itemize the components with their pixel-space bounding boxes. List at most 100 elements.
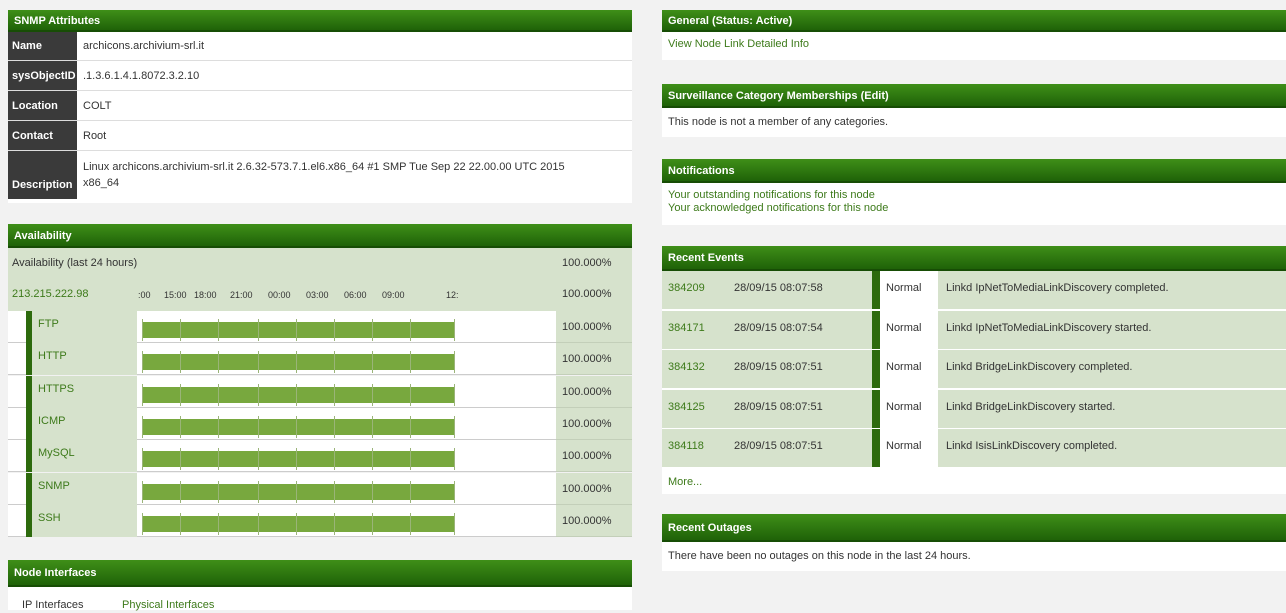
- service-name-link[interactable]: HTTP: [32, 343, 137, 376]
- timeline-tick: [218, 351, 219, 374]
- timeline-tick: [142, 480, 143, 503]
- event-message: Linkd BridgeLinkDiscovery started.: [938, 389, 1286, 428]
- timeline-tick: [180, 512, 181, 535]
- events-more-link[interactable]: More...: [668, 476, 702, 488]
- tick-label: 18:00: [194, 290, 217, 300]
- timeline-tick: [410, 351, 411, 374]
- event-time: 28/09/15 08:07:51: [734, 361, 823, 374]
- timeline-tick: [142, 415, 143, 438]
- timeline-tick: [334, 351, 335, 374]
- event-id-link[interactable]: 384125: [668, 390, 705, 424]
- event-message: Linkd IpNetToMediaLinkDiscovery complete…: [938, 271, 1286, 309]
- timeline-tick: [218, 383, 219, 406]
- service-name-link[interactable]: SSH: [32, 504, 137, 537]
- event-severity: Normal: [880, 271, 938, 309]
- timeline-tick: [142, 319, 143, 341]
- view-node-link-detailed-info[interactable]: View Node Link Detailed Info: [662, 32, 1286, 56]
- tick-label: 21:00: [230, 290, 253, 300]
- notifications-panel: Notifications Your outstanding notificat…: [662, 159, 1286, 225]
- tick-label: 06:00: [344, 290, 367, 300]
- event-id-link[interactable]: 384171: [668, 311, 705, 345]
- service-row: SNMP 100.000%: [8, 472, 632, 505]
- service-availability-bar: [142, 319, 455, 341]
- timeline-tick: [258, 415, 259, 438]
- severity-indicator: [872, 389, 880, 428]
- service-name-link[interactable]: ICMP: [32, 407, 137, 440]
- timeline-tick: [454, 383, 455, 406]
- timeline-tick: [142, 383, 143, 406]
- event-message: Linkd BridgeLinkDiscovery completed.: [938, 350, 1286, 389]
- event-time: 28/09/15 08:07:51: [734, 440, 823, 453]
- timeline-tick: [372, 480, 373, 503]
- snmp-key: sysObjectID: [8, 61, 77, 90]
- ip-address-link[interactable]: 213.215.222.98: [12, 278, 88, 311]
- event-id-link[interactable]: 384132: [668, 350, 705, 384]
- snmp-row-location: Location COLT: [8, 91, 632, 121]
- general-header: General (Status: Active): [662, 10, 1286, 32]
- general-panel: General (Status: Active) View Node Link …: [662, 10, 1286, 60]
- snmp-row-contact: Contact Root: [8, 121, 632, 151]
- timeline-tick: [218, 319, 219, 341]
- event-severity: Normal: [880, 389, 938, 428]
- timeline-tick: [410, 415, 411, 438]
- service-name-link[interactable]: FTP: [32, 311, 137, 343]
- event-severity: Normal: [880, 310, 938, 349]
- timeline-tick: [180, 480, 181, 503]
- service-availability-bar: [142, 512, 455, 535]
- service-availability-pct: 100.000%: [556, 407, 632, 440]
- surveillance-header[interactable]: Surveillance Category Memberships (Edit): [662, 84, 1286, 108]
- timeline-tick: [296, 319, 297, 341]
- tick-label: 03:00: [306, 290, 329, 300]
- service-availability-bar: [142, 351, 455, 374]
- snmp-attributes-panel: SNMP Attributes Name archicons.archivium…: [8, 10, 632, 203]
- timeline-tick: [296, 512, 297, 535]
- timeline-tick: [180, 351, 181, 374]
- timeline-tick: [218, 480, 219, 503]
- event-message: Linkd IsisLinkDiscovery completed.: [938, 429, 1286, 468]
- event-id-link[interactable]: 384209: [668, 271, 705, 305]
- acknowledged-notifications-link[interactable]: Your acknowledged notifications for this…: [668, 202, 1280, 215]
- timeline-tick: [218, 415, 219, 438]
- service-availability-bar: [142, 383, 455, 406]
- service-availability-pct: 100.000%: [556, 440, 632, 473]
- snmp-key: Contact: [8, 121, 77, 150]
- snmp-value: Root: [83, 129, 107, 142]
- service-row: SSH 100.000%: [8, 504, 632, 537]
- event-id-link[interactable]: 384118: [668, 429, 704, 463]
- timeline-tick: [410, 480, 411, 503]
- event-row: 384132 28/09/15 08:07:51 Normal Linkd Bridg…: [662, 350, 1286, 390]
- snmp-attributes-header: SNMP Attributes: [8, 10, 632, 32]
- event-row: 384118 28/09/15 08:07:51 Normal Linkd IsisL…: [662, 429, 1286, 469]
- event-time: 28/09/15 08:07:58: [734, 282, 823, 294]
- timeline-tick: [180, 415, 181, 438]
- timeline-tick: [218, 448, 219, 471]
- outstanding-notifications-link[interactable]: Your outstanding notifications for this …: [668, 189, 1280, 202]
- service-name-link[interactable]: MySQL: [32, 440, 137, 473]
- availability-summary-row: Availability (last 24 hours) 100.000%: [8, 248, 632, 279]
- timeline-tick: [372, 448, 373, 471]
- timeline-tick: [372, 512, 373, 535]
- snmp-key: Location: [8, 91, 77, 120]
- service-row: HTTP 100.000%: [8, 343, 632, 376]
- event-message: Linkd IpNetToMediaLinkDiscovery started.: [938, 310, 1286, 349]
- timeline-tick: [258, 319, 259, 341]
- tab-ip-interfaces[interactable]: IP Interfaces: [22, 597, 84, 613]
- tab-physical-interfaces[interactable]: Physical Interfaces: [122, 597, 214, 613]
- availability-header: Availability: [8, 224, 632, 248]
- tick-label: :00: [138, 290, 151, 300]
- timeline-tick: [296, 383, 297, 406]
- event-row: 384171 28/09/15 08:07:54 Normal Linkd IpNet…: [662, 310, 1286, 350]
- tick-label: 09:00: [382, 290, 405, 300]
- recent-events-header: Recent Events: [662, 246, 1286, 271]
- timeline-tick: [258, 351, 259, 374]
- timeline-tick: [334, 383, 335, 406]
- service-availability-pct: 100.000%: [556, 375, 632, 408]
- service-name-link[interactable]: SNMP: [32, 472, 137, 505]
- service-name-link[interactable]: HTTPS: [32, 375, 137, 408]
- timeline-tick: [142, 351, 143, 374]
- timeline-tick: [334, 319, 335, 341]
- recent-outages-text: There have been no outages on this node …: [668, 550, 971, 562]
- surveillance-panel: Surveillance Category Memberships (Edit)…: [662, 84, 1286, 137]
- severity-indicator: [872, 429, 880, 468]
- recent-outages-header: Recent Outages: [662, 514, 1286, 542]
